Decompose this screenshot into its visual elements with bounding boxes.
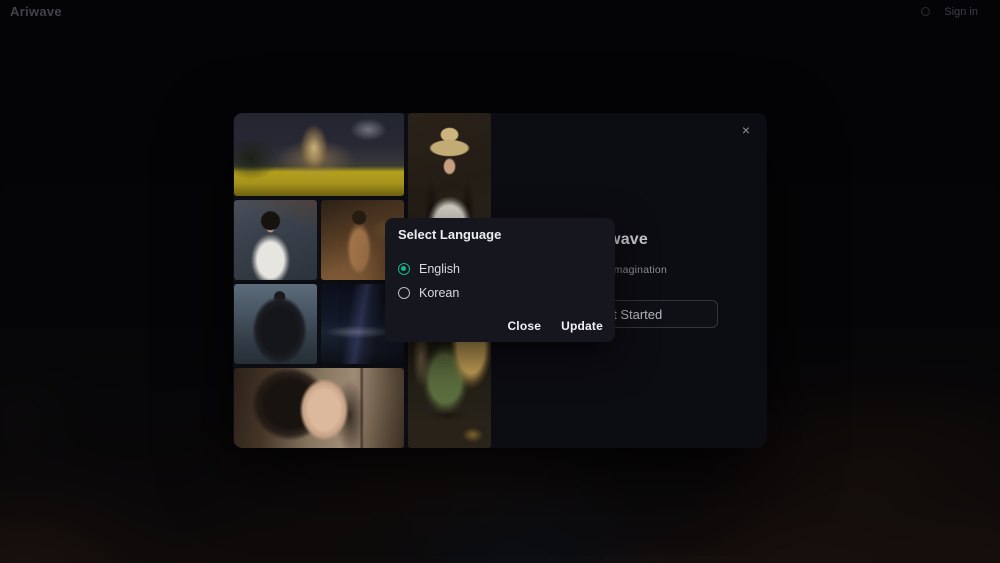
radio-unselected-icon[interactable] <box>398 287 410 299</box>
page: Ariwave Sign in × Welcome to Ariwave Unl… <box>0 0 1000 563</box>
radio-selected-icon[interactable] <box>398 263 410 275</box>
gallery-image-woman-portrait-closeup <box>234 368 404 448</box>
dialog-title: Select Language <box>398 227 501 242</box>
gallery-image-woman-white-outfit <box>234 200 317 280</box>
select-language-dialog: Select Language English Korean Close Upd… <box>385 218 615 342</box>
language-option-korean[interactable]: Korean <box>398 286 459 300</box>
close-button[interactable]: Close <box>507 319 541 333</box>
gallery-image-man-leather-jacket <box>234 284 317 364</box>
update-button[interactable]: Update <box>561 319 603 333</box>
close-icon[interactable]: × <box>738 122 754 138</box>
language-option-label: English <box>419 262 460 276</box>
language-option-label: Korean <box>419 286 459 300</box>
dialog-actions: Close Update <box>507 319 603 333</box>
gallery-image-castle-at-night <box>234 113 404 196</box>
language-option-english[interactable]: English <box>398 262 460 276</box>
